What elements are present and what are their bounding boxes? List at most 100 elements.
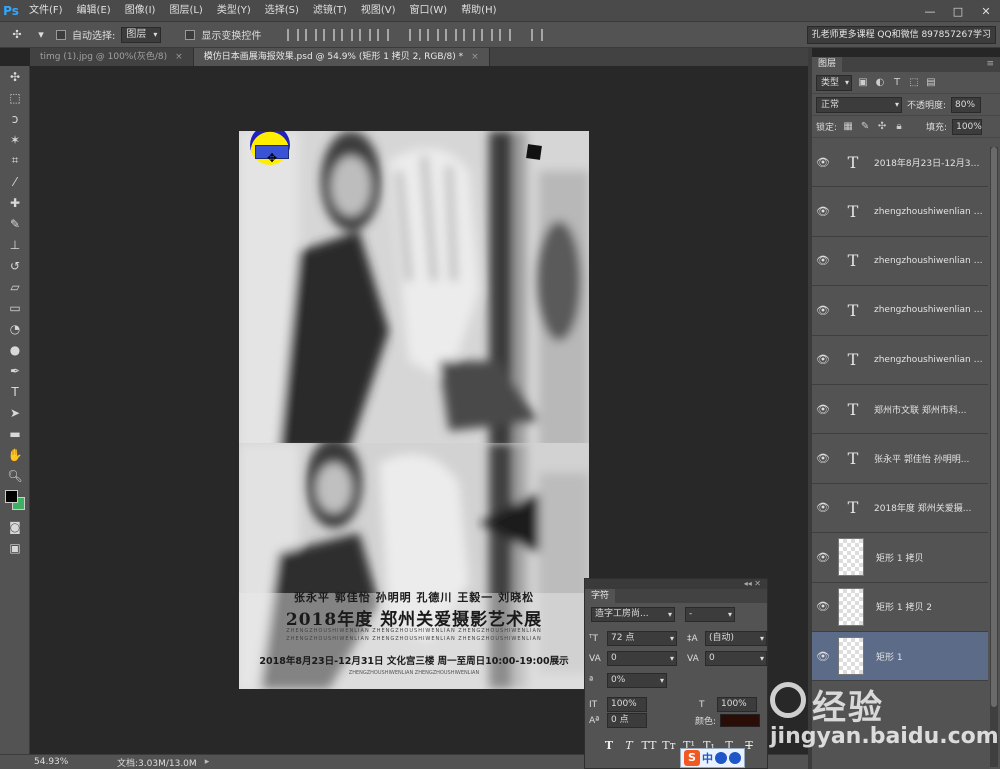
visibility-eye-icon[interactable]: 👁︎ <box>812 304 834 317</box>
pen-tool-icon[interactable]: ✒ <box>0 360 30 381</box>
distribute-vcenter-icon[interactable] <box>427 28 440 41</box>
visibility-eye-icon[interactable]: 👁︎ <box>812 452 834 465</box>
foreground-color-swatch[interactable] <box>5 490 18 503</box>
panel-collapse-controls[interactable]: ◂◂ ✕ <box>585 579 767 589</box>
layer-row[interactable]: 👁︎ Tzhengzhoushiwenlian z... <box>812 187 988 237</box>
text-color-swatch[interactable] <box>720 714 761 727</box>
path-selection-tool-icon[interactable]: ➤ <box>0 402 30 423</box>
menu-edit[interactable]: 编辑(E) <box>70 0 118 22</box>
visibility-eye-icon[interactable]: 👁︎ <box>812 650 834 663</box>
align-left-icon[interactable] <box>341 28 354 41</box>
distribute-top-icon[interactable] <box>409 28 422 41</box>
layer-row[interactable]: 👁︎ Tzhengzhoushiwenlian z... <box>812 286 988 336</box>
visibility-eye-icon[interactable]: 👁︎ <box>812 600 834 613</box>
vertical-scale-input[interactable]: 100% <box>607 697 647 712</box>
all-caps-button[interactable]: TT <box>641 739 657 752</box>
align-vcenter-icon[interactable] <box>305 28 318 41</box>
auto-select-checkbox[interactable] <box>56 29 66 40</box>
lasso-tool-icon[interactable]: ↄ <box>0 108 30 129</box>
filter-shape-icon[interactable]: ⬚ <box>908 77 920 89</box>
fill-input[interactable]: 100% <box>952 118 983 135</box>
visibility-eye-icon[interactable]: 👁︎ <box>812 501 834 514</box>
screen-mode-icon[interactable]: ▣ <box>0 537 30 558</box>
eyedropper-tool-icon[interactable]: ⁄ <box>0 171 30 192</box>
leading-input[interactable]: (自动) <box>705 631 767 646</box>
menu-filter[interactable]: 滤镜(T) <box>306 0 354 22</box>
layer-name[interactable]: 矩形 1 <box>876 650 986 663</box>
layer-name[interactable]: 郑州市文联 郑州市科... <box>874 403 984 416</box>
tracking-input[interactable]: 0 <box>705 651 767 666</box>
hand-tool-icon[interactable]: ✋ <box>0 444 30 465</box>
zoom-level[interactable]: 54.93% <box>0 757 70 767</box>
show-transform-checkbox[interactable] <box>185 29 196 40</box>
layer-name[interactable]: 矩形 1 拷贝 <box>876 551 986 564</box>
poster-canvas[interactable]: 张永平 郭佳怡 孙明明 孔德川 王毅一 刘晓松 2018年度 郑州关爱摄影艺术展… <box>239 131 589 689</box>
visibility-eye-icon[interactable]: 👁︎ <box>812 205 834 218</box>
move-tool-icon[interactable]: ✣ <box>0 66 30 87</box>
tab-layers[interactable]: 图层 <box>812 57 843 72</box>
zoom-tool-icon[interactable]: 🔍︎ <box>0 465 30 486</box>
close-button[interactable]: ✕ <box>972 0 1000 22</box>
filter-smart-object-icon[interactable]: ▤ <box>925 77 937 89</box>
tab-close-icon[interactable]: × <box>175 48 183 66</box>
color-swatches[interactable] <box>0 486 30 516</box>
align-right-icon[interactable] <box>377 28 390 41</box>
visibility-eye-icon[interactable]: 👁︎ <box>812 403 834 416</box>
layer-row[interactable]: 👁︎ 矩形 1 <box>812 631 988 682</box>
menu-select[interactable]: 选择(S) <box>258 0 306 22</box>
faux-bold-button[interactable]: T <box>601 739 617 752</box>
distribute-hcenter-icon[interactable] <box>481 28 494 41</box>
align-bottom-icon[interactable] <box>323 28 336 41</box>
gradient-tool-icon[interactable]: ▭ <box>0 297 30 318</box>
visibility-eye-icon[interactable]: 👁︎ <box>812 551 834 564</box>
distribute-right-icon[interactable] <box>499 28 512 41</box>
ime-toolbar[interactable]: S 中 <box>680 748 745 768</box>
menu-image[interactable]: 图像(I) <box>118 0 163 22</box>
type-tool-icon[interactable]: T <box>0 381 30 402</box>
brush-tool-icon[interactable]: ✎ <box>0 213 30 234</box>
layer-row[interactable]: 👁︎ 矩形 1 拷贝 2 <box>812 582 988 632</box>
distribute-left-icon[interactable] <box>463 28 476 41</box>
tsume-input[interactable]: 0% <box>607 673 667 688</box>
lock-all-icon[interactable]: 🔒︎ <box>893 121 905 133</box>
layer-row[interactable]: 👁︎ Tzhengzhoushiwenlian z... <box>812 236 988 287</box>
font-size-input[interactable]: 72 点 <box>607 631 677 646</box>
filter-type-icon[interactable]: T <box>891 77 903 89</box>
menu-help[interactable]: 帮助(H) <box>454 0 503 22</box>
menu-window[interactable]: 窗口(W) <box>402 0 454 22</box>
black-square-shape[interactable] <box>526 144 542 160</box>
blend-mode-dropdown[interactable]: 正常 <box>816 96 902 113</box>
clone-stamp-tool-icon[interactable]: ⊥ <box>0 234 30 255</box>
layer-row[interactable]: 👁︎ T 2018年8月23日-12月31... <box>812 138 988 188</box>
tab-character[interactable]: 字符 <box>585 589 616 603</box>
layers-scrollbar[interactable] <box>990 147 998 767</box>
tool-preset-dropdown-icon[interactable]: ▾ <box>32 27 50 43</box>
quick-mask-icon[interactable]: ◙ <box>0 516 30 537</box>
maximize-button[interactable]: □ <box>944 0 972 22</box>
ime-emoji-icon[interactable] <box>715 752 727 764</box>
tab-timg[interactable]: timg (1).jpg @ 100%(灰色/8) × <box>30 48 194 66</box>
tab-close-icon[interactable]: × <box>471 48 479 66</box>
small-caps-button[interactable]: Tт <box>661 739 677 752</box>
kerning-input[interactable]: 0 <box>607 651 677 666</box>
layer-name[interactable]: 2018年8月23日-12月31... <box>874 156 984 169</box>
layer-name[interactable]: zhengzhoushiwenlian z... <box>874 305 984 315</box>
healing-brush-tool-icon[interactable]: ✚ <box>0 192 30 213</box>
lock-position-icon[interactable]: ✣ <box>876 121 888 133</box>
layer-name[interactable]: zhengzhoushiwenlian z... <box>874 355 984 365</box>
menu-layer[interactable]: 图层(L) <box>162 0 209 22</box>
menu-file[interactable]: 文件(F) <box>22 0 70 22</box>
faux-italic-button[interactable]: T <box>621 739 637 752</box>
font-family-dropdown[interactable]: 造字工房尚... <box>591 607 675 622</box>
marquee-tool-icon[interactable]: ⬚ <box>0 87 30 108</box>
crop-tool-icon[interactable]: ⌗ <box>0 150 30 171</box>
layer-row[interactable]: 👁︎ 矩形 1 拷贝 <box>812 533 988 583</box>
layer-row[interactable]: 👁︎ Tzhengzhoushiwenlian z... <box>812 335 988 385</box>
lock-transparent-icon[interactable]: ▦ <box>842 121 854 133</box>
visibility-eye-icon[interactable]: 👁︎ <box>812 254 834 267</box>
layer-row[interactable]: 👁︎ T 郑州市文联 郑州市科... <box>812 384 988 435</box>
horizontal-scale-input[interactable]: 100% <box>717 697 757 712</box>
move-tool-icon[interactable]: ✣ <box>8 27 26 43</box>
layer-name[interactable]: 张永平 郭佳怡 孙明明... <box>874 452 984 465</box>
layer-row[interactable]: 👁︎ T 张永平 郭佳怡 孙明明... <box>812 434 988 484</box>
